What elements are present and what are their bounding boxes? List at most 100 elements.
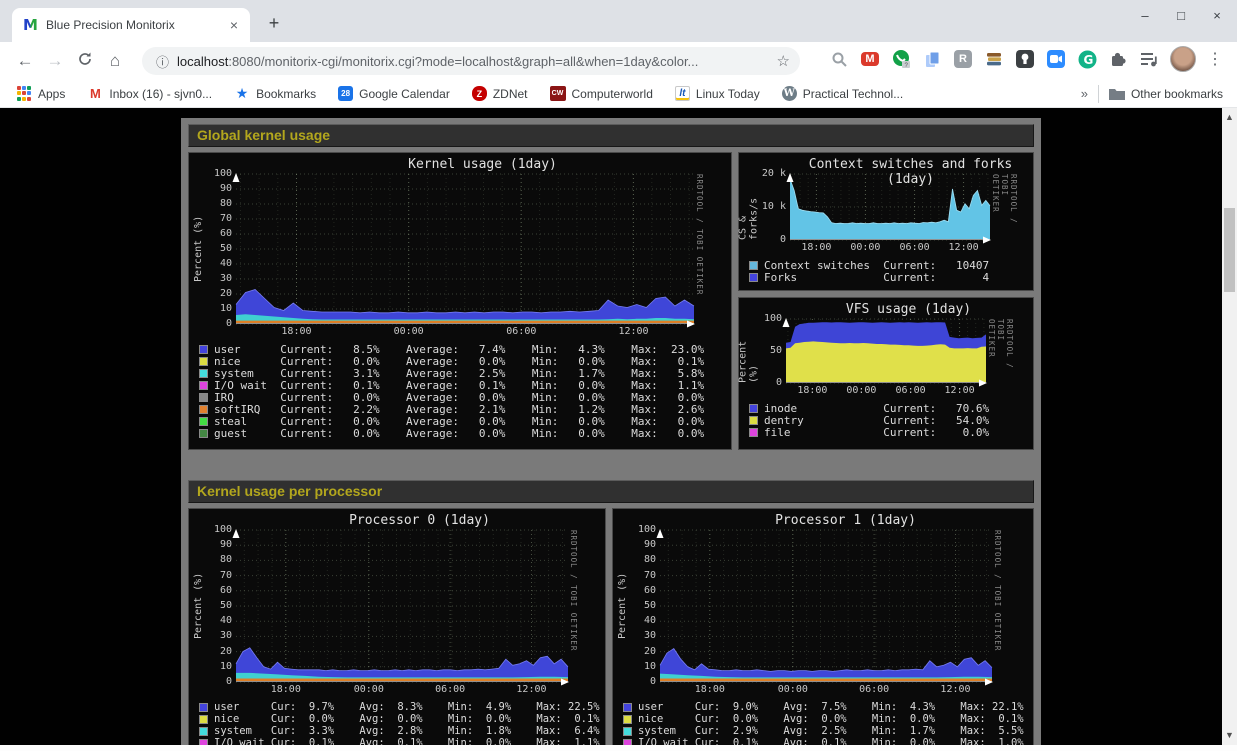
close-button[interactable]: × bbox=[1207, 8, 1227, 23]
legend-row: user Cur: 9.7% Avg: 8.3% Min: 4.9% Max: … bbox=[199, 701, 603, 713]
y-axis-label: Percent (%) bbox=[741, 319, 756, 383]
legend-swatch bbox=[199, 393, 208, 402]
playlist-extension-icon[interactable] bbox=[1139, 49, 1159, 69]
home-button[interactable]: ⌂ bbox=[100, 51, 130, 71]
forward-button[interactable]: → bbox=[40, 51, 70, 71]
y-tick-label: 20 k bbox=[762, 168, 786, 179]
y-tick-label: 10 bbox=[220, 303, 232, 314]
star-icon: ★ bbox=[234, 86, 250, 102]
r-extension-icon[interactable]: R bbox=[953, 49, 973, 69]
browser-tab[interactable]: M Blue Precision Monitorix × bbox=[12, 8, 250, 42]
plot-area bbox=[790, 174, 990, 240]
x-tick-label: 00:00 bbox=[778, 684, 808, 695]
y-tick-label: 90 bbox=[220, 183, 232, 194]
svg-text:M: M bbox=[23, 17, 38, 33]
y-axis-label: CS & forks/s bbox=[741, 174, 756, 240]
scroll-up-arrow[interactable]: ▲ bbox=[1222, 110, 1237, 125]
wordpress-icon: W bbox=[782, 86, 797, 101]
y-tick-label: 0 bbox=[226, 676, 232, 687]
scroll-thumb[interactable] bbox=[1224, 208, 1235, 292]
legend-swatch bbox=[199, 345, 208, 354]
legend-text: file Current: 0.0% bbox=[764, 426, 989, 439]
lamp-extension-icon[interactable] bbox=[1015, 49, 1035, 69]
bookmark-inbox[interactable]: M Inbox (16) - sjvn0... bbox=[87, 86, 212, 102]
x-tick-label: 00:00 bbox=[846, 385, 876, 396]
bookmark-bookmarks[interactable]: ★ Bookmarks bbox=[234, 86, 316, 102]
legend-text: Forks Current: 4 bbox=[764, 271, 989, 284]
reload-button[interactable] bbox=[70, 51, 100, 72]
bookmark-google-calendar[interactable]: 28 Google Calendar bbox=[338, 86, 450, 101]
legend-text: system Cur: 3.3% Avg: 2.8% Min: 1.8% Max… bbox=[214, 725, 600, 737]
svg-text:G: G bbox=[1083, 53, 1093, 67]
y-tick-label: 100 bbox=[214, 524, 232, 535]
other-bookmarks-button[interactable]: Other bookmarks bbox=[1109, 86, 1223, 102]
processor-1-graph[interactable]: Processor 1 (1day)Percent (%)10090807060… bbox=[612, 508, 1034, 745]
y-tick-label: 20 bbox=[220, 646, 232, 657]
rrdtool-watermark: RRDTOOL / TOBI OETIKER bbox=[695, 174, 704, 324]
x-tick-label: 00:00 bbox=[394, 326, 424, 337]
bookmark-zdnet[interactable]: Z ZDNet bbox=[472, 86, 528, 101]
plot-area bbox=[236, 174, 694, 324]
x-tick-label: 06:00 bbox=[435, 684, 465, 695]
zoom-extension-icon[interactable] bbox=[1046, 49, 1066, 69]
rrdtool-watermark: RRDTOOL / TOBI OETIKER bbox=[991, 174, 1018, 240]
bookmark-linux-today[interactable]: lt Linux Today bbox=[675, 86, 760, 101]
browser-window: M Blue Precision Monitorix × + – □ × ← →… bbox=[0, 0, 1237, 751]
back-button[interactable]: ← bbox=[10, 51, 40, 71]
context-switches-graph[interactable]: Context switches and forks (1day)CS & fo… bbox=[738, 152, 1034, 291]
minimize-button[interactable]: – bbox=[1135, 8, 1155, 23]
y-tick-label: 20 bbox=[644, 646, 656, 657]
bookmark-computerworld[interactable]: CW Computerworld bbox=[550, 86, 653, 101]
kernel-usage-graph[interactable]: Kernel usage (1day)Percent (%)1009080706… bbox=[188, 152, 732, 450]
calendar-icon: 28 bbox=[338, 86, 353, 101]
bookmark-practical-tech[interactable]: W Practical Technol... bbox=[782, 86, 904, 101]
legend-swatch bbox=[199, 417, 208, 426]
y-tick-label: 40 bbox=[220, 258, 232, 269]
processor-0-graph[interactable]: Processor 0 (1day)Percent (%)10090807060… bbox=[188, 508, 606, 745]
scroll-down-arrow[interactable]: ▼ bbox=[1222, 728, 1237, 743]
library-books-extension-icon[interactable] bbox=[984, 49, 1004, 69]
bookmarks-overflow-chevron[interactable]: » bbox=[1081, 86, 1088, 101]
profile-avatar[interactable] bbox=[1170, 46, 1196, 72]
apps-grid-icon bbox=[16, 86, 32, 102]
x-tick-label: 18:00 bbox=[281, 326, 311, 337]
y-ticks: 100500 bbox=[756, 319, 786, 383]
legend-row: system Current: 3.1% Average: 2.5% Min: … bbox=[199, 367, 729, 379]
x-tick-label: 18:00 bbox=[695, 684, 725, 695]
tab-close-icon[interactable]: × bbox=[226, 17, 242, 33]
bookmark-apps[interactable]: Apps bbox=[16, 86, 65, 102]
y-tick-label: 30 bbox=[644, 630, 656, 641]
legend-swatch bbox=[623, 715, 632, 724]
browser-menu-icon[interactable]: ⋮ bbox=[1207, 49, 1223, 69]
scrollbar[interactable]: ▲ ▼ bbox=[1222, 108, 1237, 745]
page-info-icon[interactable]: ⓘ bbox=[156, 52, 169, 71]
y-ticks: 1009080706050403020100 bbox=[206, 530, 236, 682]
legend-swatch bbox=[199, 715, 208, 724]
y-axis-label: Percent (%) bbox=[615, 530, 630, 682]
y-tick-label: 60 bbox=[220, 228, 232, 239]
bookmark-star-icon[interactable]: ☆ bbox=[777, 52, 790, 70]
x-tick-label: 12:00 bbox=[949, 242, 979, 253]
y-tick-label: 40 bbox=[644, 615, 656, 626]
vfs-usage-graph[interactable]: VFS usage (1day)Percent (%)100500RRDTOOL… bbox=[738, 297, 1034, 450]
maximize-button[interactable]: □ bbox=[1171, 8, 1191, 23]
y-tick-label: 50 bbox=[220, 243, 232, 254]
legend-swatch bbox=[199, 405, 208, 414]
grammarly-extension-icon[interactable]: G bbox=[1077, 49, 1097, 69]
section-header-kernel-per-processor: Kernel usage per processor bbox=[188, 480, 1034, 503]
search-extension-icon[interactable] bbox=[829, 49, 849, 69]
gmail-extension-icon[interactable]: M bbox=[860, 49, 880, 69]
new-tab-button[interactable]: + bbox=[262, 12, 286, 36]
y-tick-label: 40 bbox=[220, 615, 232, 626]
google-voice-extension-icon[interactable]: ? bbox=[891, 49, 911, 69]
legend-row: nice Cur: 0.0% Avg: 0.0% Min: 0.0% Max: … bbox=[199, 713, 603, 725]
extensions-puzzle-icon[interactable] bbox=[1108, 49, 1128, 69]
y-tick-label: 100 bbox=[214, 168, 232, 179]
page-content: Global kernel usage Kernel usage (1day)P… bbox=[0, 108, 1237, 745]
y-tick-label: 60 bbox=[644, 585, 656, 596]
legend-swatch bbox=[623, 727, 632, 736]
url-bar[interactable]: ⓘ localhost:8080/monitorix-cgi/monitorix… bbox=[142, 47, 800, 75]
copy-pages-extension-icon[interactable] bbox=[922, 49, 942, 69]
legend-swatch bbox=[623, 703, 632, 712]
x-tick-label: 06:00 bbox=[859, 684, 889, 695]
